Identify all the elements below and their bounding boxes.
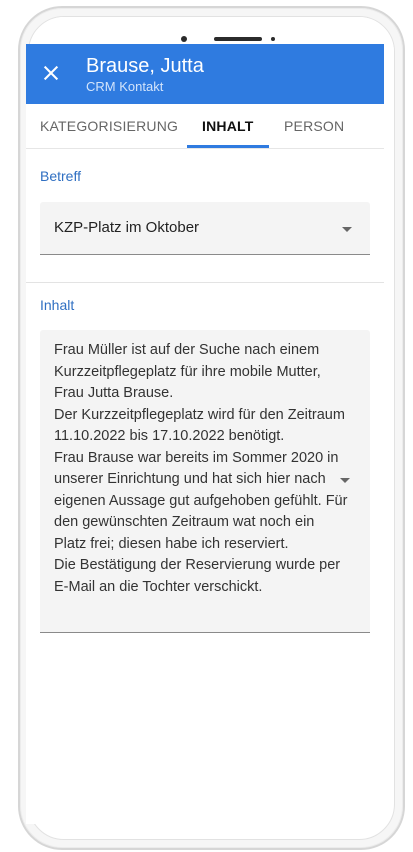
active-tab-indicator [187, 145, 269, 148]
close-icon[interactable] [40, 62, 62, 84]
page-title: Brause, Jutta [86, 55, 204, 77]
inhalt-text: Frau Müller ist auf der Suche nach einem… [54, 342, 348, 595]
betreff-dropdown[interactable]: KZP-Platz im Oktober [40, 202, 370, 255]
betreff-label: Betreff [40, 168, 81, 184]
app-bar: Brause, Jutta CRM Kontakt [26, 44, 384, 104]
app-screen: Brause, Jutta CRM Kontakt KATEGORISIERUN… [26, 44, 384, 824]
speaker-icon [214, 37, 262, 41]
inhalt-label: Inhalt [40, 297, 75, 313]
tab-inhalt[interactable]: INHALT [202, 118, 254, 134]
page-subtitle: CRM Kontakt [86, 79, 164, 94]
inhalt-textarea[interactable]: Frau Müller ist auf der Suche nach einem… [40, 330, 370, 633]
tab-bar: KATEGORISIERUNG INHALT PERSON [26, 104, 384, 149]
section-divider [26, 282, 384, 283]
betreff-value: KZP-Platz im Oktober [54, 219, 200, 236]
chevron-down-icon [342, 227, 352, 232]
tab-person[interactable]: PERSON [284, 118, 344, 134]
camera-icon [181, 36, 187, 42]
tab-kategorisierung[interactable]: KATEGORISIERUNG [40, 118, 178, 134]
chevron-down-icon [340, 478, 350, 483]
sensor-icon [271, 37, 275, 41]
